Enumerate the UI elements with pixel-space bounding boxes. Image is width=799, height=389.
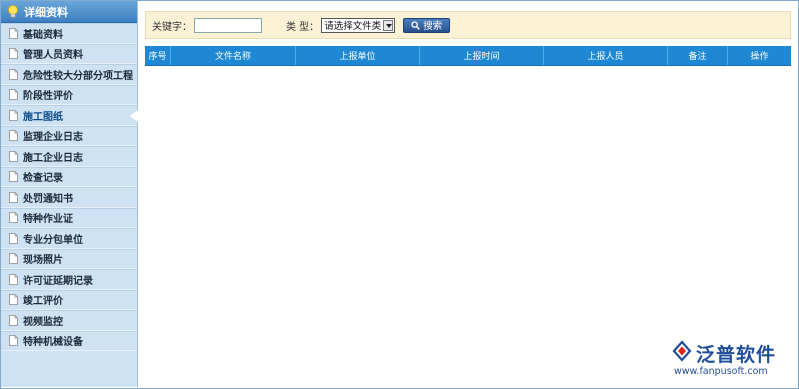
sidebar-item[interactable]: 施工企业日志 xyxy=(1,146,137,167)
sidebar-item[interactable]: 特种机械设备 xyxy=(1,330,137,351)
sidebar-item-label: 阶段性评价 xyxy=(23,91,73,103)
sidebar-item-label: 视频监控 xyxy=(23,316,63,328)
sidebar-item-label: 现场照片 xyxy=(23,255,63,267)
document-icon xyxy=(9,253,18,265)
search-button[interactable]: 搜索 xyxy=(403,17,451,33)
sidebar-item-label: 施工企业日志 xyxy=(23,152,83,164)
document-icon xyxy=(9,314,18,326)
sidebar-item[interactable]: 专业分包单位 xyxy=(1,228,137,249)
sidebar-item-label: 特种机械设备 xyxy=(23,337,83,349)
sidebar-item[interactable]: 基础资料 xyxy=(1,23,137,44)
document-icon xyxy=(9,232,18,244)
sidebar-item-label: 专业分包单位 xyxy=(23,234,83,246)
sidebar-item[interactable]: 竣工评价 xyxy=(1,289,137,310)
document-icon xyxy=(9,48,18,60)
sidebar-item[interactable]: 许可证延期记录 xyxy=(1,269,137,290)
search-button-label: 搜索 xyxy=(423,21,443,32)
type-label: 类 型： xyxy=(286,21,320,33)
column-header[interactable]: 上报人员 xyxy=(544,46,668,65)
document-icon xyxy=(9,273,18,285)
document-icon xyxy=(9,335,18,347)
column-header[interactable]: 上报时间 xyxy=(420,46,544,65)
sidebar-header: 详细资料 xyxy=(1,1,137,23)
sidebar-title: 详细资料 xyxy=(24,5,68,19)
document-icon xyxy=(9,27,18,39)
sidebar-item-label: 管理人员资料 xyxy=(23,50,83,62)
type-select-value: 请选择文件类 xyxy=(324,21,382,32)
watermark-brand: 泛普软件 xyxy=(696,344,777,366)
document-icon xyxy=(9,68,18,80)
document-icon xyxy=(9,89,18,101)
sidebar-item[interactable]: 视频监控 xyxy=(1,310,137,331)
main-panel: 关键字： 类 型： 请选择文件类 搜索 序号 文件名称 上报单位 上报时间 上报人员 备注… xyxy=(139,1,797,387)
sidebar-item-label: 特种作业证 xyxy=(23,214,73,226)
document-icon xyxy=(9,130,18,142)
sidebar-item-label: 基础资料 xyxy=(23,29,63,41)
watermark-url: www.fanpusoft.com xyxy=(674,366,768,377)
document-icon xyxy=(9,150,18,162)
keyword-label: 关键字： xyxy=(152,21,192,33)
sidebar-item-label: 竣工评价 xyxy=(23,296,63,308)
sidebar-item[interactable]: 检查记录 xyxy=(1,166,137,187)
dropdown-arrow-icon[interactable] xyxy=(383,19,394,31)
sidebar-item[interactable]: 特种作业证 xyxy=(1,207,137,228)
column-header[interactable]: 操作 xyxy=(728,46,791,65)
type-select[interactable]: 请选择文件类 xyxy=(321,17,396,33)
column-header[interactable]: 文件名称 xyxy=(171,46,296,65)
watermark-logo: 泛普软件 www.fanpusoft.com xyxy=(670,338,794,382)
sidebar-item-label: 检查记录 xyxy=(23,173,63,185)
sidebar-item[interactable]: 处罚通知书 xyxy=(1,187,137,208)
document-icon xyxy=(9,109,18,121)
sidebar-item[interactable]: 阶段性评价 xyxy=(1,84,137,105)
sidebar-item[interactable]: 施工图纸 xyxy=(1,105,138,126)
sidebar-item[interactable]: 危险性较大分部分项工程 xyxy=(1,64,137,85)
sidebar-item[interactable]: 管理人员资料 xyxy=(1,43,137,64)
search-icon xyxy=(411,20,421,30)
column-header[interactable]: 上报单位 xyxy=(296,46,420,65)
lightbulb-icon xyxy=(7,4,19,19)
keyword-input[interactable] xyxy=(194,17,262,33)
document-icon xyxy=(9,212,18,224)
sidebar-item[interactable]: 现场照片 xyxy=(1,248,137,269)
sidebar-menu: 基础资料管理人员资料危险性较大分部分项工程 阶段性评价施工图纸监理企业日志 施工企业… xyxy=(1,23,138,351)
column-header[interactable]: 备注 xyxy=(668,46,728,65)
sidebar-item[interactable]: 监理企业日志 xyxy=(1,125,137,146)
sidebar-item-label: 危险性较大分部分项工程 xyxy=(23,70,133,82)
column-header[interactable]: 序号 xyxy=(145,46,171,65)
document-icon xyxy=(9,191,18,203)
sidebar-item-label: 许可证延期记录 xyxy=(23,275,93,287)
search-bar: 关键字： 类 型： 请选择文件类 搜索 xyxy=(145,11,791,39)
brand-logo-icon xyxy=(670,340,694,362)
sidebar-item-label: 施工图纸 xyxy=(23,111,63,123)
sidebar-item-label: 监理企业日志 xyxy=(23,132,83,144)
document-icon xyxy=(9,294,18,306)
sidebar-item-label: 处罚通知书 xyxy=(23,193,73,205)
document-icon xyxy=(9,171,18,183)
sidebar: 详细资料 基础资料管理人员资料危险性较大分部分项工程 阶段性评价施工图纸监理企业日… xyxy=(1,1,138,387)
table-header: 序号 文件名称 上报单位 上报时间 上报人员 备注 操作 xyxy=(145,46,791,66)
